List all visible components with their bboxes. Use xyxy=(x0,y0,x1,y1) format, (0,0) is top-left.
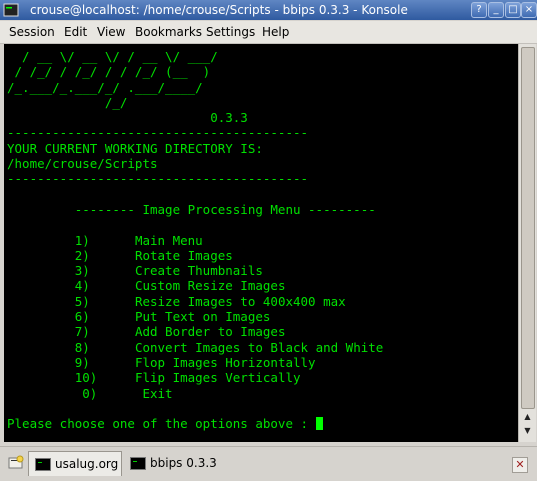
separator-line: ---------------------------------------- xyxy=(7,125,309,141)
option-label: Convert Images to Black and White xyxy=(134,339,384,355)
option-label: Flip Images Vertically xyxy=(134,370,301,386)
text-cursor xyxy=(315,417,323,431)
close-tab-icon[interactable]: ✕ xyxy=(512,457,528,473)
ascii-art-line: /_.___/_.___/_/ .___/____/ xyxy=(7,79,203,95)
option-key: 3) xyxy=(74,263,90,279)
menu-edit[interactable]: Edit xyxy=(64,25,87,39)
tab-label: usalug.org xyxy=(55,457,119,471)
konsole-icon[interactable] xyxy=(3,2,19,18)
option-key: 8) xyxy=(74,339,90,355)
scroll-down-arrow-icon[interactable]: ▼ xyxy=(521,424,534,437)
option-key: 7) xyxy=(74,324,90,340)
separator-line: ---------------------------------------- xyxy=(7,171,309,187)
scroll-up-arrow-icon[interactable]: ▲ xyxy=(521,410,534,423)
option-label: Rotate Images xyxy=(134,247,233,263)
option-key: 10) xyxy=(74,370,98,386)
menu-settings[interactable]: Settings xyxy=(206,25,255,39)
window-title: crouse@localhost: /home/crouse/Scripts -… xyxy=(30,3,408,17)
menu-bookmarks[interactable]: Bookmarks xyxy=(135,25,202,39)
scrollbar-thumb[interactable] xyxy=(521,47,535,409)
option-key: 5) xyxy=(74,293,90,309)
tab-usalug[interactable]: usalug.org xyxy=(28,451,122,476)
menu-heading: -------- Image Processing Menu --------- xyxy=(74,201,376,217)
tab-bar: usalug.org bbips 0.3.3 ✕ xyxy=(0,446,537,481)
terminal-text: / __ \/ __ \/ / __ \/ ___/ / /_/ / /_/ /… xyxy=(7,49,383,431)
option-key: 6) xyxy=(74,309,90,325)
terminal-icon xyxy=(130,457,146,470)
cwd-label: YOUR CURRENT WORKING DIRECTORY IS: xyxy=(7,140,263,156)
close-button[interactable]: × xyxy=(521,2,537,18)
ascii-art-line: /_/ xyxy=(7,94,128,110)
vertical-scrollbar[interactable]: ▲ ▼ xyxy=(518,44,536,442)
menu-session[interactable]: Session xyxy=(9,25,55,39)
option-key: 1) xyxy=(74,232,90,248)
menu-help[interactable]: Help xyxy=(262,25,289,39)
maximize-button[interactable]: □ xyxy=(505,2,521,18)
ascii-art-line: / /_/ / /_/ / / /_/ (__ ) xyxy=(7,64,211,80)
ascii-art-line: / __ \/ __ \/ / __ \/ ___/ xyxy=(7,49,218,64)
cwd-path: /home/crouse/Scripts xyxy=(7,156,158,172)
option-label: Resize Images to 400x400 max xyxy=(134,293,346,309)
menu-view[interactable]: View xyxy=(97,25,125,39)
option-label: Exit xyxy=(142,385,173,401)
option-label: Main Menu xyxy=(134,232,203,248)
prompt-text: Please choose one of the options above : xyxy=(7,416,316,432)
title-bar: crouse@localhost: /home/crouse/Scripts -… xyxy=(0,0,537,20)
new-session-button[interactable] xyxy=(6,451,26,475)
menu-bar: Session Edit View Bookmarks Settings Hel… xyxy=(0,21,537,44)
option-key: 4) xyxy=(74,278,90,294)
option-key: 9) xyxy=(74,354,90,370)
option-label: Create Thumbnails xyxy=(134,263,263,279)
version-text: 0.3.3 xyxy=(210,110,248,126)
tab-bbips[interactable]: bbips 0.3.3 xyxy=(124,451,218,475)
option-label: Put Text on Images xyxy=(134,309,271,325)
option-label: Flop Images Horizontally xyxy=(134,354,316,370)
terminal-icon xyxy=(35,458,51,471)
option-label: Add Border to Images xyxy=(134,324,286,340)
option-label: Custom Resize Images xyxy=(134,278,286,294)
help-button[interactable]: ? xyxy=(471,2,487,18)
minimize-button[interactable]: _ xyxy=(488,2,504,18)
tab-label: bbips 0.3.3 xyxy=(150,456,217,470)
terminal-view[interactable]: / __ \/ __ \/ / __ \/ ___/ / /_/ / /_/ /… xyxy=(4,44,518,442)
new-session-icon xyxy=(8,455,24,469)
option-key: 0) xyxy=(82,385,98,401)
option-key: 2) xyxy=(74,247,90,263)
